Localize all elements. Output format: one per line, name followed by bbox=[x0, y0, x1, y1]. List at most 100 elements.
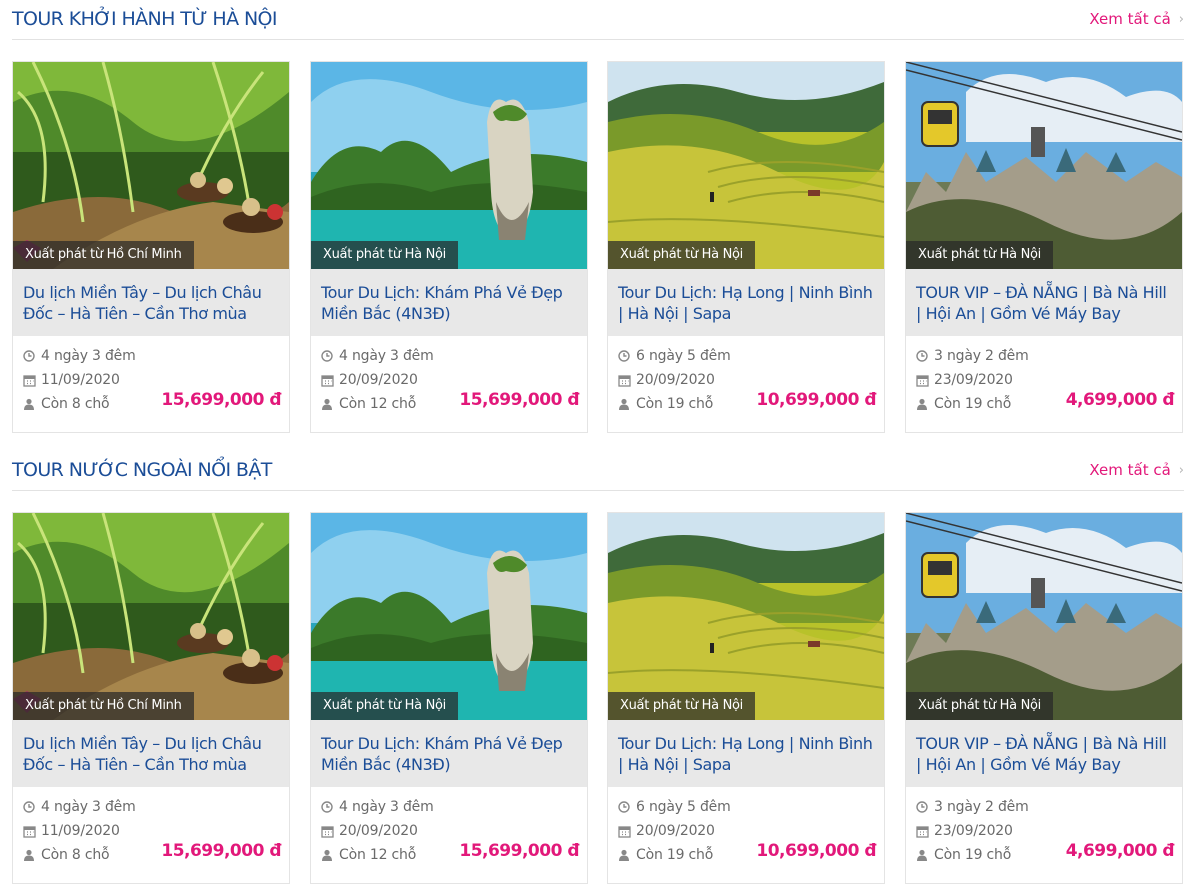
section-featured-foreign-tours: TOUR NƯỚC NGOÀI NỔI BẬT Xem tất cả › Xuấ… bbox=[12, 451, 1184, 884]
clock-icon bbox=[916, 350, 934, 362]
tour-price: 10,699,000 đ bbox=[756, 841, 876, 861]
ba-na-hills-cable-car-photo bbox=[906, 62, 1182, 269]
user-icon bbox=[618, 849, 636, 861]
date-row: 20/09/2020 bbox=[618, 819, 874, 843]
date-row: 23/09/2020 bbox=[916, 819, 1172, 843]
tour-card[interactable]: Xuất phát từ Hà Nội Tour Du Lịch: Khám P… bbox=[310, 61, 588, 433]
date-text: 11/09/2020 bbox=[41, 372, 120, 388]
section-title: TOUR NƯỚC NGOÀI NỔI BẬT bbox=[12, 459, 272, 481]
tour-meta: 3 ngày 2 đêm 23/09/2020 Còn 19 chỗ 4,699… bbox=[906, 787, 1182, 867]
mekong-river-photo bbox=[13, 513, 289, 720]
tour-card[interactable]: Xuất phát từ Hà Nội Tour Du Lịch: Khám P… bbox=[310, 512, 588, 884]
tour-title-link[interactable]: Tour Du Lịch: Khám Phá Vẻ Đẹp Miền Bắc (… bbox=[311, 720, 587, 787]
date-row: 20/09/2020 bbox=[321, 819, 577, 843]
seats-text: Còn 12 chỗ bbox=[339, 847, 417, 863]
tour-meta: 4 ngày 3 đêm 20/09/2020 Còn 12 chỗ 15,69… bbox=[311, 336, 587, 416]
clock-icon bbox=[321, 801, 339, 813]
duration-text: 4 ngày 3 đêm bbox=[41, 348, 136, 364]
user-icon bbox=[321, 849, 339, 861]
tour-card[interactable]: Xuất phát từ Hồ Chí Minh Du lịch Miền Tâ… bbox=[12, 512, 290, 884]
duration-text: 3 ngày 2 đêm bbox=[934, 799, 1029, 815]
seats-text: Còn 19 chỗ bbox=[636, 396, 714, 412]
clock-icon bbox=[321, 350, 339, 362]
view-all-label: Xem tất cả bbox=[1089, 461, 1171, 479]
tour-thumbnail[interactable]: Xuất phát từ Hà Nội bbox=[608, 62, 884, 269]
tour-title-link[interactable]: Tour Du Lịch: Hạ Long | Ninh Bình | Hà N… bbox=[608, 720, 884, 787]
tour-title-link[interactable]: Tour Du Lịch: Khám Phá Vẻ Đẹp Miền Bắc (… bbox=[311, 269, 587, 336]
tour-price: 10,699,000 đ bbox=[756, 390, 876, 410]
departure-badge: Xuất phát từ Hà Nội bbox=[608, 692, 755, 720]
clock-icon bbox=[618, 801, 636, 813]
date-text: 20/09/2020 bbox=[339, 372, 418, 388]
tour-price: 4,699,000 đ bbox=[1065, 390, 1175, 410]
tour-thumbnail[interactable]: Xuất phát từ Hà Nội bbox=[608, 513, 884, 720]
seats-text: Còn 19 chỗ bbox=[636, 847, 714, 863]
clock-icon bbox=[23, 801, 41, 813]
calendar-icon bbox=[916, 825, 934, 838]
tour-title-link[interactable]: Du lịch Miền Tây – Du lịch Châu Đốc – Hà… bbox=[13, 269, 289, 336]
departure-badge: Xuất phát từ Hồ Chí Minh bbox=[13, 241, 194, 269]
user-icon bbox=[916, 849, 934, 861]
tour-card[interactable]: Xuất phát từ Hà Nội Tour Du Lịch: Hạ Lon… bbox=[607, 61, 885, 433]
tour-thumbnail[interactable]: Xuất phát từ Hà Nội bbox=[906, 62, 1182, 269]
duration-text: 3 ngày 2 đêm bbox=[934, 348, 1029, 364]
duration-row: 4 ngày 3 đêm bbox=[321, 795, 577, 819]
departure-badge: Xuất phát từ Hà Nội bbox=[608, 241, 755, 269]
view-all-link[interactable]: Xem tất cả › bbox=[1089, 461, 1184, 479]
ba-na-hills-cable-car-photo bbox=[906, 513, 1182, 720]
tour-card[interactable]: Xuất phát từ Hà Nội Tour Du Lịch: Hạ Lon… bbox=[607, 512, 885, 884]
tour-title-link[interactable]: TOUR VIP – ĐÀ NẴNG | Bà Nà Hill | Hội An… bbox=[906, 720, 1182, 787]
tour-title-link[interactable]: Tour Du Lịch: Hạ Long | Ninh Bình | Hà N… bbox=[608, 269, 884, 336]
tour-meta: 4 ngày 3 đêm 11/09/2020 Còn 8 chỗ 15,699… bbox=[13, 787, 289, 867]
duration-row: 4 ngày 3 đêm bbox=[23, 344, 279, 368]
clock-icon bbox=[23, 350, 41, 362]
tour-meta: 4 ngày 3 đêm 20/09/2020 Còn 12 chỗ 15,69… bbox=[311, 787, 587, 867]
date-text: 23/09/2020 bbox=[934, 823, 1013, 839]
date-row: 11/09/2020 bbox=[23, 819, 279, 843]
seats-text: Còn 8 chỗ bbox=[41, 847, 110, 863]
departure-badge: Xuất phát từ Hà Nội bbox=[906, 692, 1053, 720]
user-icon bbox=[23, 398, 41, 410]
user-icon bbox=[916, 398, 934, 410]
duration-row: 4 ngày 3 đêm bbox=[321, 344, 577, 368]
duration-row: 3 ngày 2 đêm bbox=[916, 344, 1172, 368]
duration-text: 6 ngày 5 đêm bbox=[636, 799, 731, 815]
tour-meta: 4 ngày 3 đêm 11/09/2020 Còn 8 chỗ 15,699… bbox=[13, 336, 289, 416]
calendar-icon bbox=[916, 374, 934, 387]
tour-card[interactable]: Xuất phát từ Hà Nội TOUR VIP – ĐÀ NẴNG |… bbox=[905, 61, 1183, 433]
calendar-icon bbox=[618, 374, 636, 387]
tour-title-link[interactable]: Du lịch Miền Tây – Du lịch Châu Đốc – Hà… bbox=[13, 720, 289, 787]
date-row: 20/09/2020 bbox=[618, 368, 874, 392]
tour-meta: 6 ngày 5 đêm 20/09/2020 Còn 19 chỗ 10,69… bbox=[608, 787, 884, 867]
tour-price: 15,699,000 đ bbox=[459, 390, 579, 410]
chevron-right-icon: › bbox=[1178, 462, 1184, 478]
user-icon bbox=[618, 398, 636, 410]
tour-card[interactable]: Xuất phát từ Hồ Chí Minh Du lịch Miền Tâ… bbox=[12, 61, 290, 433]
date-row: 20/09/2020 bbox=[321, 368, 577, 392]
tour-price: 15,699,000 đ bbox=[161, 841, 281, 861]
tour-thumbnail[interactable]: Xuất phát từ Hà Nội bbox=[311, 513, 587, 720]
tour-title-link[interactable]: TOUR VIP – ĐÀ NẴNG | Bà Nà Hill | Hội An… bbox=[906, 269, 1182, 336]
departure-badge: Xuất phát từ Hồ Chí Minh bbox=[13, 692, 194, 720]
date-text: 20/09/2020 bbox=[636, 823, 715, 839]
tour-thumbnail[interactable]: Xuất phát từ Hồ Chí Minh bbox=[13, 513, 289, 720]
tour-card[interactable]: Xuất phát từ Hà Nội TOUR VIP – ĐÀ NẴNG |… bbox=[905, 512, 1183, 884]
date-row: 23/09/2020 bbox=[916, 368, 1172, 392]
duration-row: 3 ngày 2 đêm bbox=[916, 795, 1172, 819]
tour-thumbnail[interactable]: Xuất phát từ Hà Nội bbox=[311, 62, 587, 269]
tour-thumbnail[interactable]: Xuất phát từ Hồ Chí Minh bbox=[13, 62, 289, 269]
date-text: 11/09/2020 bbox=[41, 823, 120, 839]
clock-icon bbox=[916, 801, 934, 813]
sapa-rice-terraces-photo bbox=[608, 62, 884, 269]
view-all-link[interactable]: Xem tất cả › bbox=[1089, 10, 1184, 28]
ha-long-bay-photo bbox=[311, 513, 587, 720]
tour-thumbnail[interactable]: Xuất phát từ Hà Nội bbox=[906, 513, 1182, 720]
chevron-right-icon: › bbox=[1178, 11, 1184, 27]
duration-row: 4 ngày 3 đêm bbox=[23, 795, 279, 819]
section-hanoi-tours: TOUR KHỞI HÀNH TỪ HÀ NỘI Xem tất cả › Xu… bbox=[12, 0, 1184, 433]
user-icon bbox=[23, 849, 41, 861]
calendar-icon bbox=[321, 374, 339, 387]
calendar-icon bbox=[23, 825, 41, 838]
tour-price: 4,699,000 đ bbox=[1065, 841, 1175, 861]
duration-text: 6 ngày 5 đêm bbox=[636, 348, 731, 364]
